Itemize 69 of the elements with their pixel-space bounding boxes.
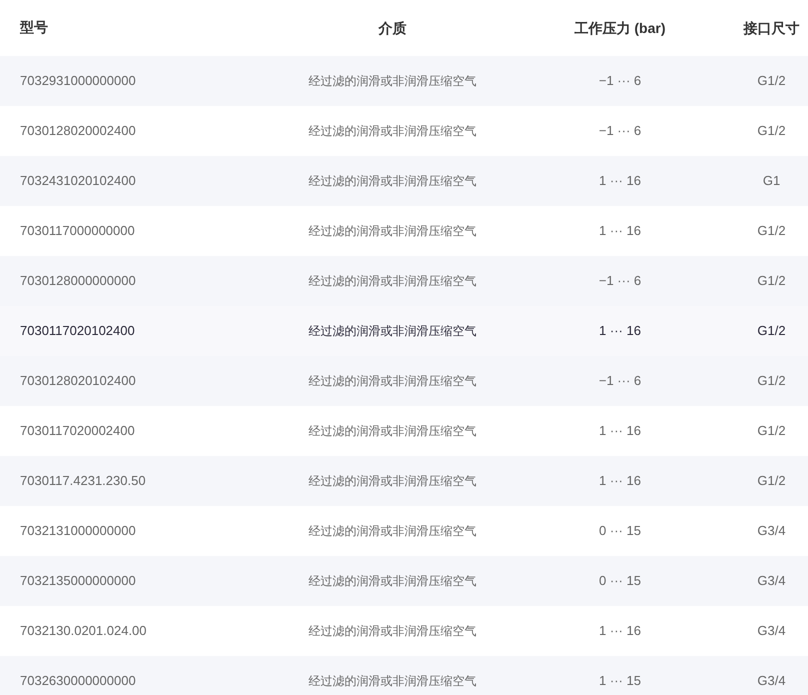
- table-cell-text: G3/4: [757, 522, 786, 540]
- table-cell-text: 1 ··· 16: [599, 422, 641, 440]
- table-row[interactable]: 7030117.4231.230.50 经过滤的润滑或非润滑压缩空气 1 ··· 16 G1/2: [0, 456, 808, 506]
- table-cell-text: G1/2: [757, 272, 786, 290]
- column-header: 型号: [20, 19, 48, 35]
- table-cell-text: 1 ··· 16: [599, 322, 641, 340]
- table-cell-text: G1: [762, 172, 780, 190]
- table-row[interactable]: 7032131000000000 经过滤的润滑或非润滑压缩空气 0 ··· 15 G3/4: [0, 506, 808, 556]
- table-row[interactable]: 7032630000000000 经过滤的润滑或非润滑压缩空气 1 ··· 15 G3/4: [0, 656, 808, 695]
- table-cell-text: 经过滤的润滑或非润滑压缩空气: [308, 623, 476, 640]
- table-row[interactable]: 7030128020002400 经过滤的润滑或非润滑压缩空气 −1 ··· 6 G1/2: [0, 106, 808, 156]
- table-row[interactable]: 7030128000000000 经过滤的润滑或非润滑压缩空气 −1 ··· 6 G1/2: [0, 256, 808, 306]
- table-row[interactable]: 7032135000000000 经过滤的润滑或非润滑压缩空气 0 ··· 15 G3/4: [0, 556, 808, 606]
- table-cell-text: 1 ··· 16: [599, 222, 641, 240]
- table-cell: 7030117020102400: [20, 323, 135, 338]
- table-cell-text: 0 ··· 15: [599, 522, 641, 540]
- column-header: 介质: [378, 18, 406, 38]
- table-row[interactable]: 7032431020102400 经过滤的润滑或非润滑压缩空气 1 ··· 16 G1: [0, 156, 808, 206]
- table-cell: 7032130.0201.024.00: [20, 623, 147, 638]
- table-cell: 7032630000000000: [20, 673, 136, 688]
- table-cell: 7032131000000000: [20, 523, 136, 538]
- table-cell-text: 1 ··· 15: [599, 672, 641, 690]
- table-cell-text: G1/2: [757, 422, 786, 440]
- table-cell: 7032135000000000: [20, 573, 136, 588]
- table-cell: 7030117020002400: [20, 423, 135, 438]
- table-cell: 7030128020002400: [20, 123, 136, 138]
- table-cell-text: −1 ··· 6: [598, 272, 642, 290]
- table-cell-text: 经过滤的润滑或非润滑压缩空气: [308, 273, 476, 290]
- table-cell: 7032931000000000: [20, 73, 136, 88]
- table-cell-text: G1/2: [757, 122, 786, 140]
- table-cell-text: 1 ··· 16: [599, 172, 641, 190]
- table-cell-text: 经过滤的润滑或非润滑压缩空气: [308, 673, 476, 690]
- table-cell-text: G3/4: [757, 672, 786, 690]
- table-cell-text: G1/2: [757, 72, 786, 90]
- table-row[interactable]: 7030117020002400 经过滤的润滑或非润滑压缩空气 1 ··· 16 G1/2: [0, 406, 808, 456]
- table-cell-text: −1 ··· 6: [598, 122, 642, 140]
- table-cell-text: 经过滤的润滑或非润滑压缩空气: [308, 223, 476, 240]
- table-cell-text: 经过滤的润滑或非润滑压缩空气: [308, 373, 476, 390]
- table-cell-text: 经过滤的润滑或非润滑压缩空气: [308, 123, 476, 140]
- column-header: 接口尺寸: [744, 18, 800, 38]
- table-cell-text: G1/2: [757, 322, 786, 340]
- table-cell-text: G3/4: [757, 572, 786, 590]
- table-cell-text: G1/2: [757, 222, 786, 240]
- table-cell-text: 经过滤的润滑或非润滑压缩空气: [308, 423, 476, 440]
- table-cell-text: 经过滤的润滑或非润滑压缩空气: [308, 73, 476, 90]
- table-row[interactable]: 7030117000000000 经过滤的润滑或非润滑压缩空气 1 ··· 16 G1/2: [0, 206, 808, 256]
- table-cell-text: 1 ··· 16: [599, 622, 641, 640]
- table-cell-text: 0 ··· 15: [599, 572, 641, 590]
- table-cell-text: 1 ··· 16: [599, 472, 641, 490]
- table-cell: 7030128020102400: [20, 373, 136, 388]
- table-cell: 7030117000000000: [20, 223, 135, 238]
- table-cell: 7030117.4231.230.50: [20, 473, 146, 488]
- table-cell-text: 经过滤的润滑或非润滑压缩空气: [308, 573, 476, 590]
- table-cell: 7032431020102400: [20, 173, 136, 188]
- table-cell-text: −1 ··· 6: [598, 372, 642, 390]
- table-cell-text: G1/2: [757, 472, 786, 490]
- table-row[interactable]: 7030128020102400 经过滤的润滑或非润滑压缩空气 −1 ··· 6 G1/2: [0, 356, 808, 406]
- table-cell-text: 经过滤的润滑或非润滑压缩空气: [308, 173, 476, 190]
- table-row[interactable]: 7030117020102400 经过滤的润滑或非润滑压缩空气 1 ··· 16 G1/2: [0, 306, 808, 356]
- table-row[interactable]: 7032931000000000 经过滤的润滑或非润滑压缩空气 −1 ··· 6 G1/2: [0, 56, 808, 106]
- table-row[interactable]: 7032130.0201.024.00 经过滤的润滑或非润滑压缩空气 1 ··· 16 G3/4: [0, 606, 808, 656]
- table-cell-text: G3/4: [757, 622, 786, 640]
- table-cell: 7030128000000000: [20, 273, 136, 288]
- table-cell-text: G1/2: [757, 372, 786, 390]
- table-cell-text: −1 ··· 6: [598, 72, 642, 90]
- table-cell-text: 经过滤的润滑或非润滑压缩空气: [308, 473, 476, 490]
- table-cell-text: 经过滤的润滑或非润滑压缩空气: [308, 523, 476, 540]
- column-header: 工作压力 (bar): [574, 18, 666, 38]
- table-cell-text: 经过滤的润滑或非润滑压缩空气: [308, 323, 476, 340]
